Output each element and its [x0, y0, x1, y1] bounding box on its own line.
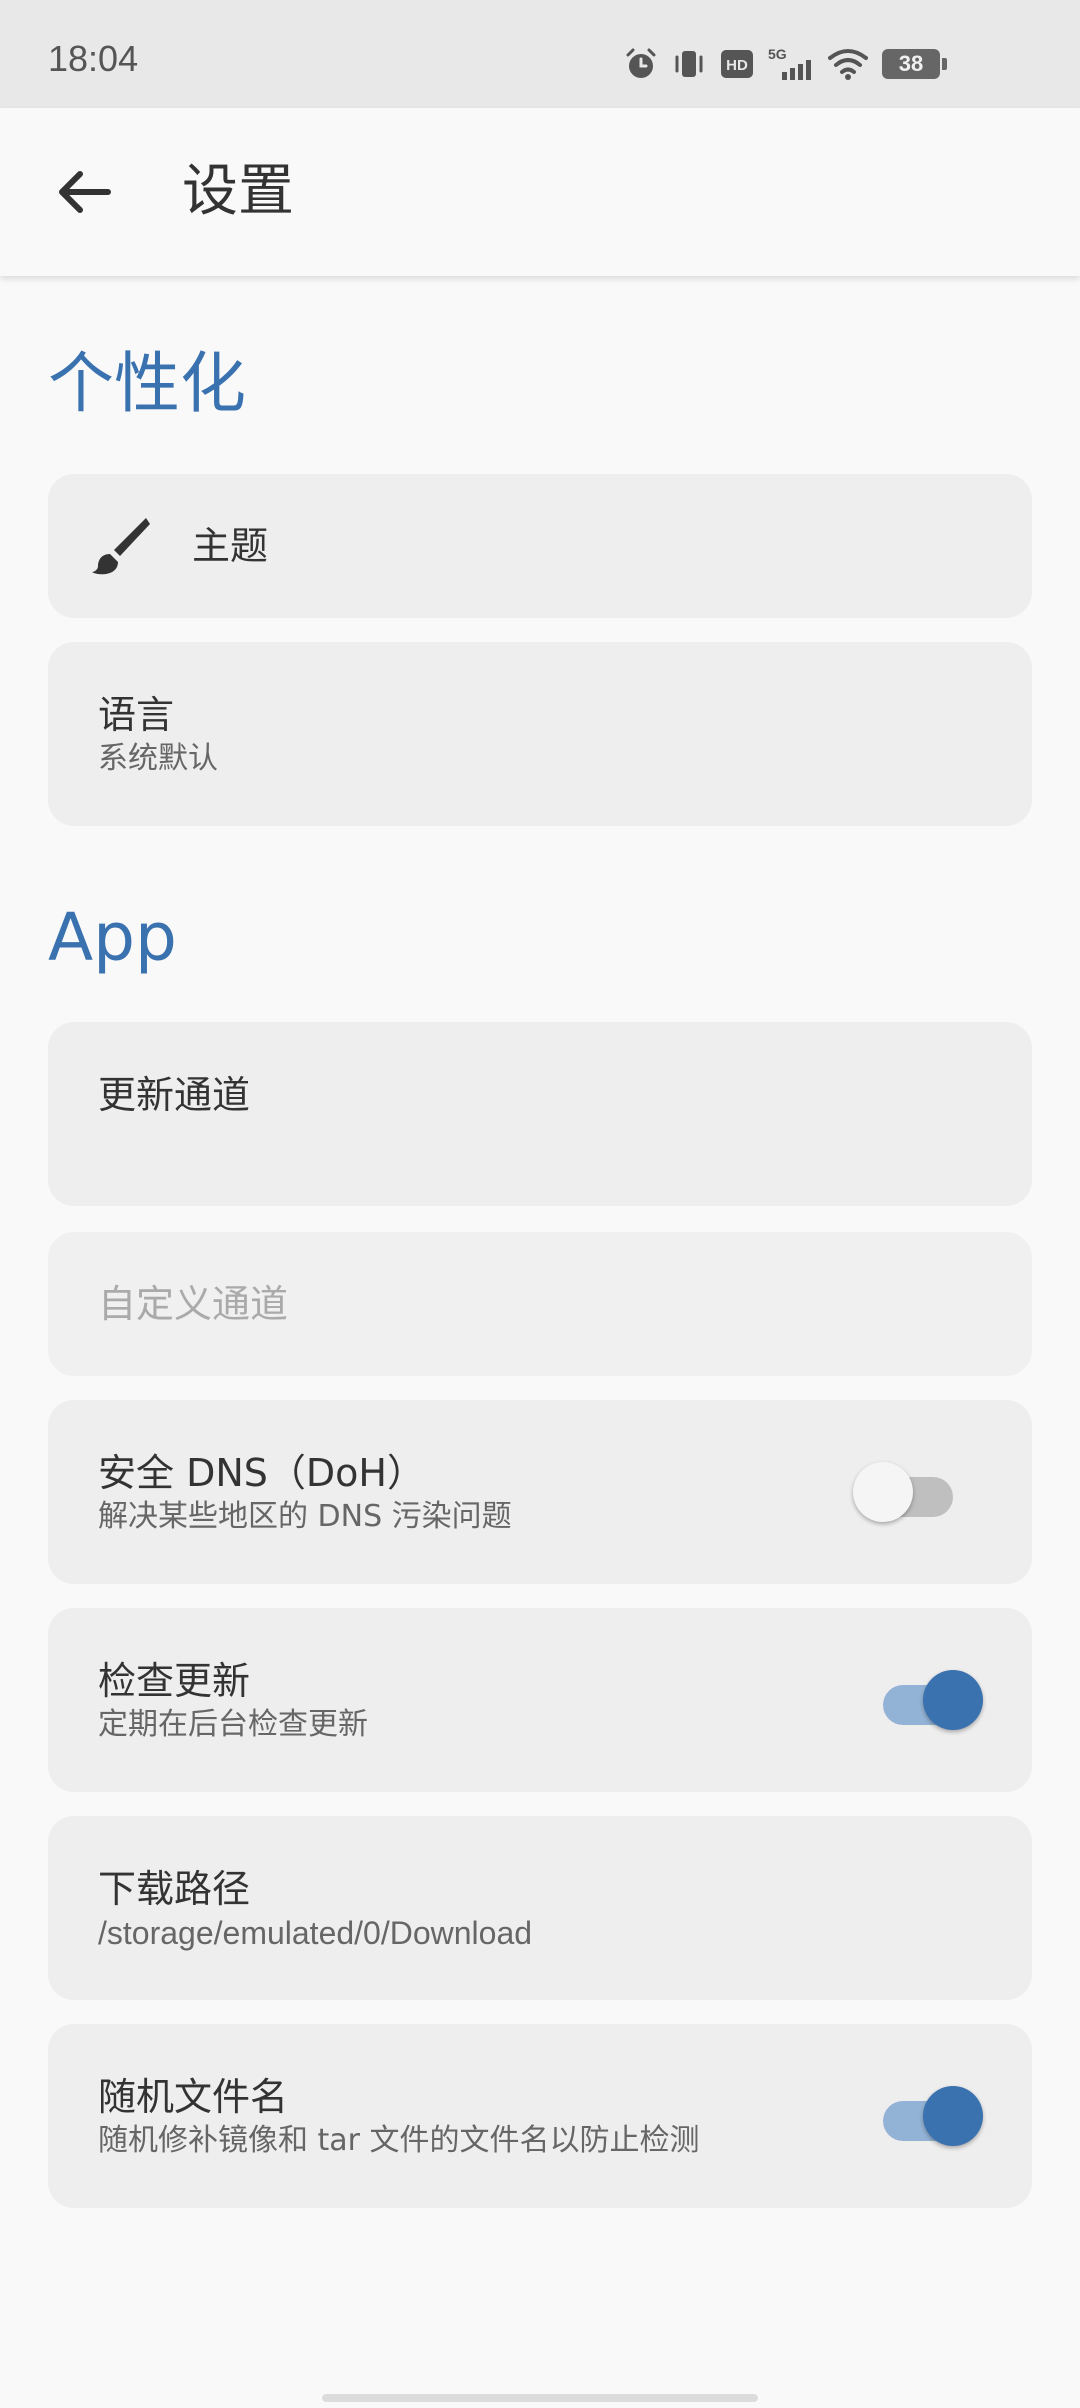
download-path-title: 下载路径	[98, 1867, 251, 1911]
language-setting[interactable]: 语言 系统默认	[48, 642, 1032, 826]
toggle-thumb	[923, 2086, 983, 2146]
page-title: 设置	[182, 159, 294, 224]
toggle-thumb	[923, 1670, 983, 1730]
back-button[interactable]	[44, 156, 124, 228]
section-header-app: App	[48, 899, 177, 976]
custom-channel-setting[interactable]: 自定义通道	[48, 1232, 1032, 1376]
alarm-icon	[624, 47, 658, 81]
theme-setting[interactable]: 主题	[48, 474, 1032, 618]
toggle-thumb	[853, 1462, 913, 1522]
wifi-icon	[828, 48, 868, 80]
check-updates-toggle[interactable]	[873, 1665, 983, 1735]
random-filename-toggle[interactable]	[873, 2081, 983, 2151]
download-path-value: /storage/emulated/0/Download	[98, 1915, 533, 1951]
download-path-setting[interactable]: 下载路径 /storage/emulated/0/Download	[48, 1816, 1032, 2000]
check-updates-setting[interactable]: 检查更新 定期在后台检查更新	[48, 1608, 1032, 1792]
status-time: 18:04	[48, 38, 139, 79]
secure-dns-subtitle: 解决某些地区的 DNS 污染问题	[98, 1499, 512, 1534]
section-header-personalization: 个性化	[48, 345, 246, 422]
language-setting-title: 语言	[98, 693, 175, 737]
theme-setting-title: 主题	[192, 524, 269, 568]
check-updates-subtitle: 定期在后台检查更新	[98, 1707, 368, 1742]
random-filename-subtitle: 随机修补镜像和 tar 文件的文件名以防止检测	[98, 2123, 700, 2158]
battery-icon: 38	[882, 49, 947, 79]
brush-icon	[88, 514, 152, 582]
hd-icon: HD	[720, 49, 754, 79]
secure-dns-setting[interactable]: 安全 DNS（DoH） 解决某些地区的 DNS 污染问题	[48, 1400, 1032, 1584]
random-filename-title: 随机文件名	[98, 2075, 289, 2119]
5g-signal-icon: 5G	[768, 46, 814, 82]
vibrate-icon	[672, 47, 706, 81]
status-icons: HD 5G 38	[624, 44, 947, 84]
check-updates-title: 检查更新	[98, 1659, 251, 1703]
language-setting-subtitle: 系统默认	[98, 741, 218, 776]
svg-text:5G: 5G	[768, 46, 787, 62]
svg-text:HD: HD	[726, 57, 748, 74]
app-bar: 设置	[0, 108, 1080, 276]
gesture-navigation-bar[interactable]	[322, 2394, 758, 2402]
back-arrow-icon	[59, 171, 111, 213]
update-channel-title: 更新通道	[98, 1073, 251, 1117]
status-bar: 18:04 HD 5G 38	[0, 0, 1080, 108]
custom-channel-title: 自定义通道	[98, 1282, 289, 1326]
random-filename-setting[interactable]: 随机文件名 随机修补镜像和 tar 文件的文件名以防止检测	[48, 2024, 1032, 2208]
update-channel-setting[interactable]: 更新通道	[48, 1022, 1032, 1206]
secure-dns-title: 安全 DNS（DoH）	[98, 1451, 425, 1495]
secure-dns-toggle[interactable]	[853, 1457, 963, 1527]
